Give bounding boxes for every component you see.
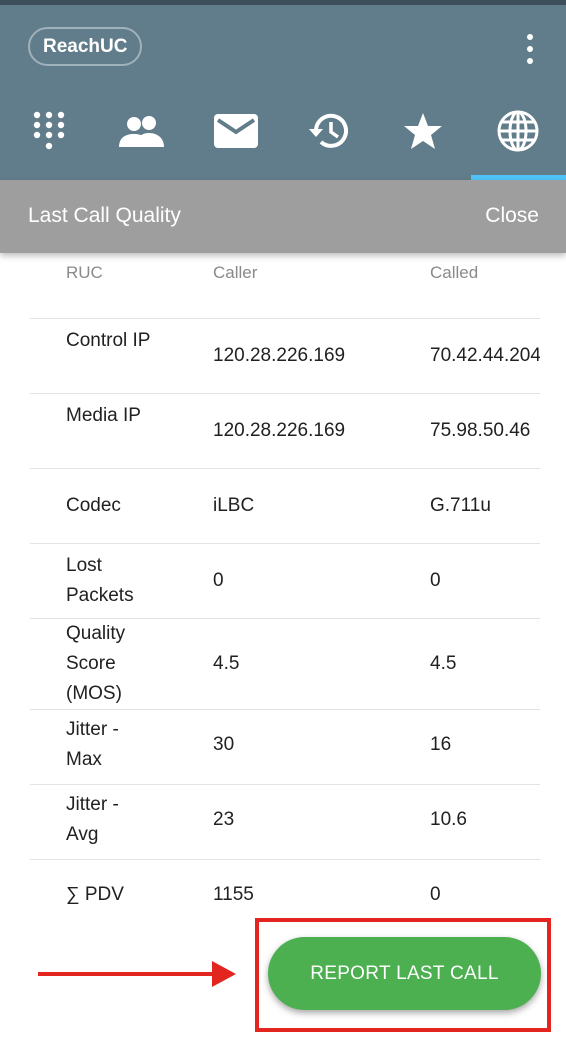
tab-contacts[interactable] (107, 100, 177, 162)
annotation-arrow-icon (212, 961, 236, 987)
caller-value: 23 (213, 809, 235, 830)
caller-value: iLBC (213, 495, 255, 516)
caller-value: 1155 (213, 884, 254, 905)
table-row: Jitter - Avg 23 10.6 (30, 785, 540, 860)
caller-value: 120.28.226.169 (213, 420, 346, 441)
called-value: 4.5 (430, 653, 457, 674)
column-header-caller: Caller (213, 263, 258, 282)
called-value: 75.98.50.46 (430, 420, 531, 441)
table-header-row: RUC Caller Called (30, 253, 540, 319)
caller-value: 120.28.226.169 (213, 345, 346, 366)
row-label: Codec (66, 495, 121, 516)
table-row: Control IP 120.28.226.169 70.42.44.204 (30, 319, 540, 394)
contacts-icon (119, 116, 164, 147)
annotation-arrow-shaft (38, 972, 216, 976)
app-header: ReachUC (0, 0, 566, 180)
column-header-called: Called (430, 263, 479, 282)
report-last-call-button[interactable]: REPORT LAST CALL (268, 937, 541, 1010)
globe-icon (497, 110, 539, 152)
caller-value: 4.5 (213, 653, 240, 674)
table-row: Jitter - Max 30 16 (30, 710, 540, 785)
more-options-icon[interactable] (518, 32, 542, 66)
table-row: Lost Packets 0 0 (30, 544, 540, 619)
table-row: Codec iLBC G.711u (30, 469, 540, 544)
caller-value: 0 (213, 570, 224, 591)
row-label: Lost Packets (66, 555, 134, 606)
caller-value: 30 (213, 734, 235, 755)
brand-badge[interactable]: ReachUC (28, 27, 143, 66)
row-label: ∑ PDV (66, 884, 124, 905)
called-value: 0 (430, 884, 441, 905)
row-label: Media IP (66, 405, 141, 426)
called-value: 70.42.44.204 (430, 345, 540, 366)
tab-globe[interactable] (483, 100, 553, 162)
table-row: Media IP 120.28.226.169 75.98.50.46 (30, 394, 540, 469)
table-row: Quality Score (MOS) 4.5 4.5 (30, 619, 540, 710)
page-title: Last Call Quality (28, 204, 181, 227)
messages-icon (214, 114, 258, 148)
row-label: Quality Score (MOS) (66, 623, 126, 704)
called-value: 16 (430, 734, 452, 755)
call-quality-header: Last Call Quality Close (0, 180, 566, 253)
tab-favorites[interactable] (388, 100, 458, 162)
dialpad-icon (33, 111, 65, 150)
called-value: 10.6 (430, 809, 467, 830)
history-icon (309, 113, 348, 148)
row-label: Control IP (66, 330, 151, 351)
called-value: G.711u (430, 495, 491, 516)
row-label: Jitter - Avg (66, 794, 119, 845)
row-label: Jitter - Max (66, 719, 119, 770)
call-quality-table[interactable]: RUC Caller Called Control IP 120.28.226.… (30, 253, 540, 933)
tab-messages[interactable] (201, 100, 271, 162)
column-header-ruc: RUC (66, 263, 103, 282)
status-strip (0, 0, 566, 5)
called-value: 0 (430, 570, 441, 591)
tab-history[interactable] (294, 100, 364, 162)
favorites-icon (404, 113, 442, 149)
tab-dialpad[interactable] (14, 100, 84, 162)
close-button[interactable]: Close (485, 204, 539, 228)
